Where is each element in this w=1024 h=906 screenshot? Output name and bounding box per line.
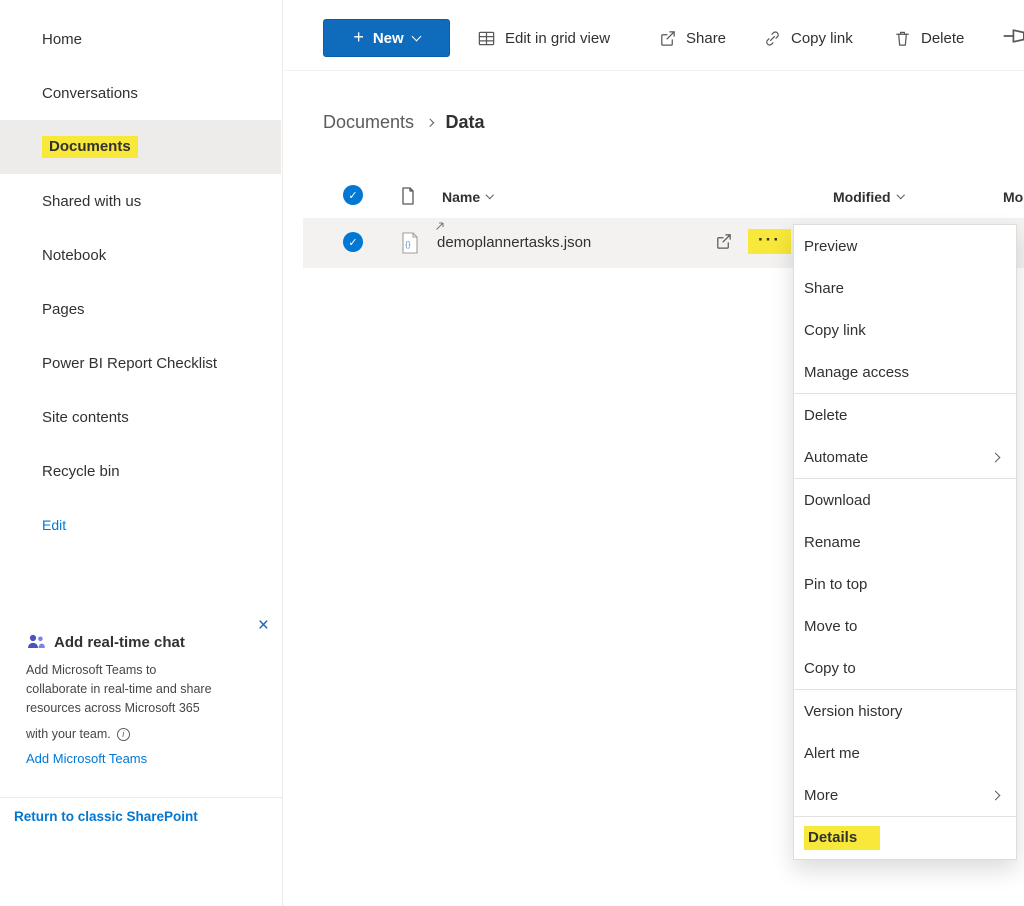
sharepoint-document-library: Home Conversations Documents Shared with…: [0, 0, 1024, 906]
teams-promo-footnote: with your team. i: [26, 727, 263, 741]
menu-item-download[interactable]: Download: [794, 479, 1016, 521]
file-type-column-icon: [398, 186, 418, 206]
sidebar-divider: [0, 797, 283, 798]
copy-link-button[interactable]: Copy link: [763, 21, 853, 55]
context-menu: Preview Share Copy link Manage access De…: [793, 224, 1017, 860]
chevron-down-icon: [486, 191, 494, 199]
menu-item-move-to[interactable]: Move to: [794, 605, 1016, 647]
return-to-classic-link[interactable]: Return to classic SharePoint: [14, 809, 198, 824]
share-button[interactable]: Share: [658, 21, 726, 55]
select-all-checkbox[interactable]: ✓: [343, 185, 363, 205]
column-header-modified-by[interactable]: Mo: [1003, 186, 1023, 208]
column-header-modified[interactable]: Modified: [833, 186, 903, 208]
close-icon[interactable]: ×: [258, 616, 269, 635]
sidebar-item-shared-with-us[interactable]: Shared with us: [0, 174, 281, 228]
sidebar-item-home[interactable]: Home: [0, 12, 281, 66]
menu-item-delete[interactable]: Delete: [794, 394, 1016, 436]
chevron-down-icon: [411, 31, 421, 41]
sidebar-item-documents[interactable]: Documents: [0, 120, 281, 174]
info-icon[interactable]: i: [117, 728, 130, 741]
json-file-icon: {}: [399, 231, 421, 255]
sidebar-nav: Home Conversations Documents Shared with…: [0, 12, 281, 552]
sidebar-item-conversations[interactable]: Conversations: [0, 66, 281, 120]
file-name[interactable]: demoplannertasks.json: [437, 234, 591, 251]
menu-item-share[interactable]: Share: [794, 267, 1016, 309]
teams-promo-panel: × Add real-time chat Add Microsoft Teams…: [0, 608, 283, 768]
breadcrumb-data: Data: [446, 112, 485, 133]
svg-text:{}: {}: [405, 240, 411, 249]
plus-icon: +: [353, 27, 364, 48]
breadcrumb: Documents Data: [323, 112, 485, 133]
row-share-icon[interactable]: [714, 232, 733, 251]
link-icon: [763, 29, 782, 48]
menu-item-copy-link[interactable]: Copy link: [794, 309, 1016, 351]
menu-item-details[interactable]: Details: [794, 817, 1016, 859]
add-microsoft-teams-link[interactable]: Add Microsoft Teams: [26, 751, 147, 766]
teams-promo-title: Add real-time chat: [26, 632, 263, 652]
details-highlight: Details: [804, 826, 880, 850]
chevron-right-icon: [991, 453, 1001, 463]
column-header-name[interactable]: Name: [442, 186, 493, 208]
sidebar-item-notebook[interactable]: Notebook: [0, 228, 281, 282]
commandbar-divider: [284, 70, 1024, 71]
menu-item-version-history[interactable]: Version history: [794, 690, 1016, 732]
sidebar-item-pages[interactable]: Pages: [0, 282, 281, 336]
pin-to-quick-access-icon[interactable]: [1003, 23, 1024, 54]
teams-promo-body: Add Microsoft Teams to collaborate in re…: [26, 661, 263, 718]
more-actions-ellipsis[interactable]: ···: [748, 229, 791, 254]
new-button[interactable]: + New: [323, 19, 450, 57]
delete-button[interactable]: Delete: [893, 21, 964, 55]
trash-icon: [893, 29, 912, 48]
documents-highlight: Documents: [42, 136, 138, 158]
sidebar-edit-link[interactable]: Edit: [0, 498, 281, 552]
sidebar-item-recycle-bin[interactable]: Recycle bin: [0, 444, 281, 498]
menu-item-preview[interactable]: Preview: [794, 225, 1016, 267]
breadcrumb-documents[interactable]: Documents: [323, 112, 414, 133]
sidebar: Home Conversations Documents Shared with…: [0, 0, 283, 906]
menu-item-more[interactable]: More: [794, 774, 1016, 816]
menu-item-automate[interactable]: Automate: [794, 436, 1016, 478]
menu-item-manage-access[interactable]: Manage access: [794, 351, 1016, 393]
menu-item-rename[interactable]: Rename: [794, 521, 1016, 563]
cursor-artifact-icon: [434, 220, 446, 232]
share-icon: [658, 29, 677, 48]
breadcrumb-chevron-icon: [426, 119, 434, 127]
chevron-right-icon: [991, 791, 1001, 801]
row-checkbox[interactable]: ✓: [343, 232, 363, 252]
sidebar-item-power-bi-report-checklist[interactable]: Power BI Report Checklist: [0, 336, 281, 390]
grid-icon: [477, 29, 496, 48]
menu-item-pin-to-top[interactable]: Pin to top: [794, 563, 1016, 605]
edit-in-grid-view-button[interactable]: Edit in grid view: [477, 21, 610, 55]
sidebar-item-site-contents[interactable]: Site contents: [0, 390, 281, 444]
menu-item-alert-me[interactable]: Alert me: [794, 732, 1016, 774]
chevron-down-icon: [896, 191, 904, 199]
teams-icon: [26, 632, 46, 652]
menu-item-copy-to[interactable]: Copy to: [794, 647, 1016, 689]
main-content: + New Edit in grid view Share: [284, 0, 1024, 906]
